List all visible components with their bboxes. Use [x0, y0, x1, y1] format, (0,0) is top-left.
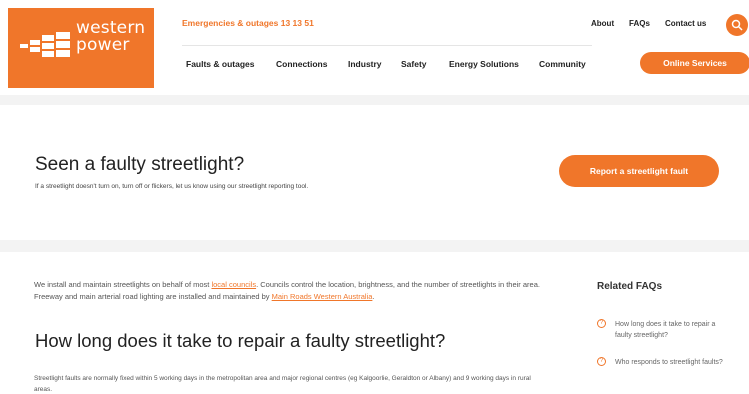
question-circle-icon: ?	[597, 357, 606, 366]
search-icon	[731, 19, 743, 31]
intro-text-3: .	[372, 292, 375, 301]
local-councils-link[interactable]: local councils	[211, 280, 256, 289]
repair-time-paragraph: Streetlight faults are normally fixed wi…	[34, 375, 531, 393]
nav-industry[interactable]: Industry	[348, 59, 382, 69]
logo-mark-icon	[20, 32, 70, 57]
search-button[interactable]	[726, 14, 748, 36]
nav-connections[interactable]: Connections	[276, 59, 327, 69]
site-header: western power Emergencies & outages 13 1…	[8, 8, 749, 88]
main-roads-link[interactable]: Main Roads Western Australia	[272, 292, 373, 301]
logo-line-2: power	[76, 35, 130, 55]
faqs-link[interactable]: FAQs	[629, 19, 650, 28]
nav-community[interactable]: Community	[539, 59, 586, 69]
related-faqs-title: Related FAQs	[597, 281, 663, 292]
main-content: We install and maintain streetlights on …	[8, 252, 749, 394]
streetlight-banner: Seen a faulty streetlight? If a streetli…	[8, 105, 749, 240]
about-link[interactable]: About	[591, 19, 614, 28]
nav-energy-solutions[interactable]: Energy Solutions	[449, 59, 519, 69]
nav-safety[interactable]: Safety	[401, 59, 427, 69]
banner-title: Seen a faulty streetlight?	[35, 154, 245, 175]
header-divider	[182, 45, 592, 46]
banner-description: If a streetlight doesn't turn on, turn o…	[35, 183, 309, 190]
logo-wordmark: western power	[76, 20, 145, 54]
nav-faults-outages[interactable]: Faults & outages	[186, 59, 254, 69]
question-circle-icon: ?	[597, 319, 606, 328]
header-spacer	[0, 95, 749, 105]
related-faq-link[interactable]: How long does it take to repair a faulty…	[615, 319, 730, 341]
western-power-logo[interactable]: western power	[8, 8, 154, 88]
repair-time-heading: How long does it take to repair a faulty…	[35, 330, 446, 351]
online-services-button[interactable]: Online Services	[640, 52, 749, 74]
section-spacer	[0, 240, 749, 252]
report-streetlight-fault-button[interactable]: Report a streetlight fault	[559, 155, 719, 187]
related-faq-link[interactable]: Who responds to streetlight faults?	[615, 357, 730, 368]
intro-paragraph: We install and maintain streetlights on …	[34, 279, 554, 303]
emergency-link[interactable]: Emergencies & outages 13 13 51	[182, 18, 314, 28]
intro-text-1: We install and maintain streetlights on …	[34, 280, 212, 289]
contact-us-link[interactable]: Contact us	[665, 19, 706, 28]
